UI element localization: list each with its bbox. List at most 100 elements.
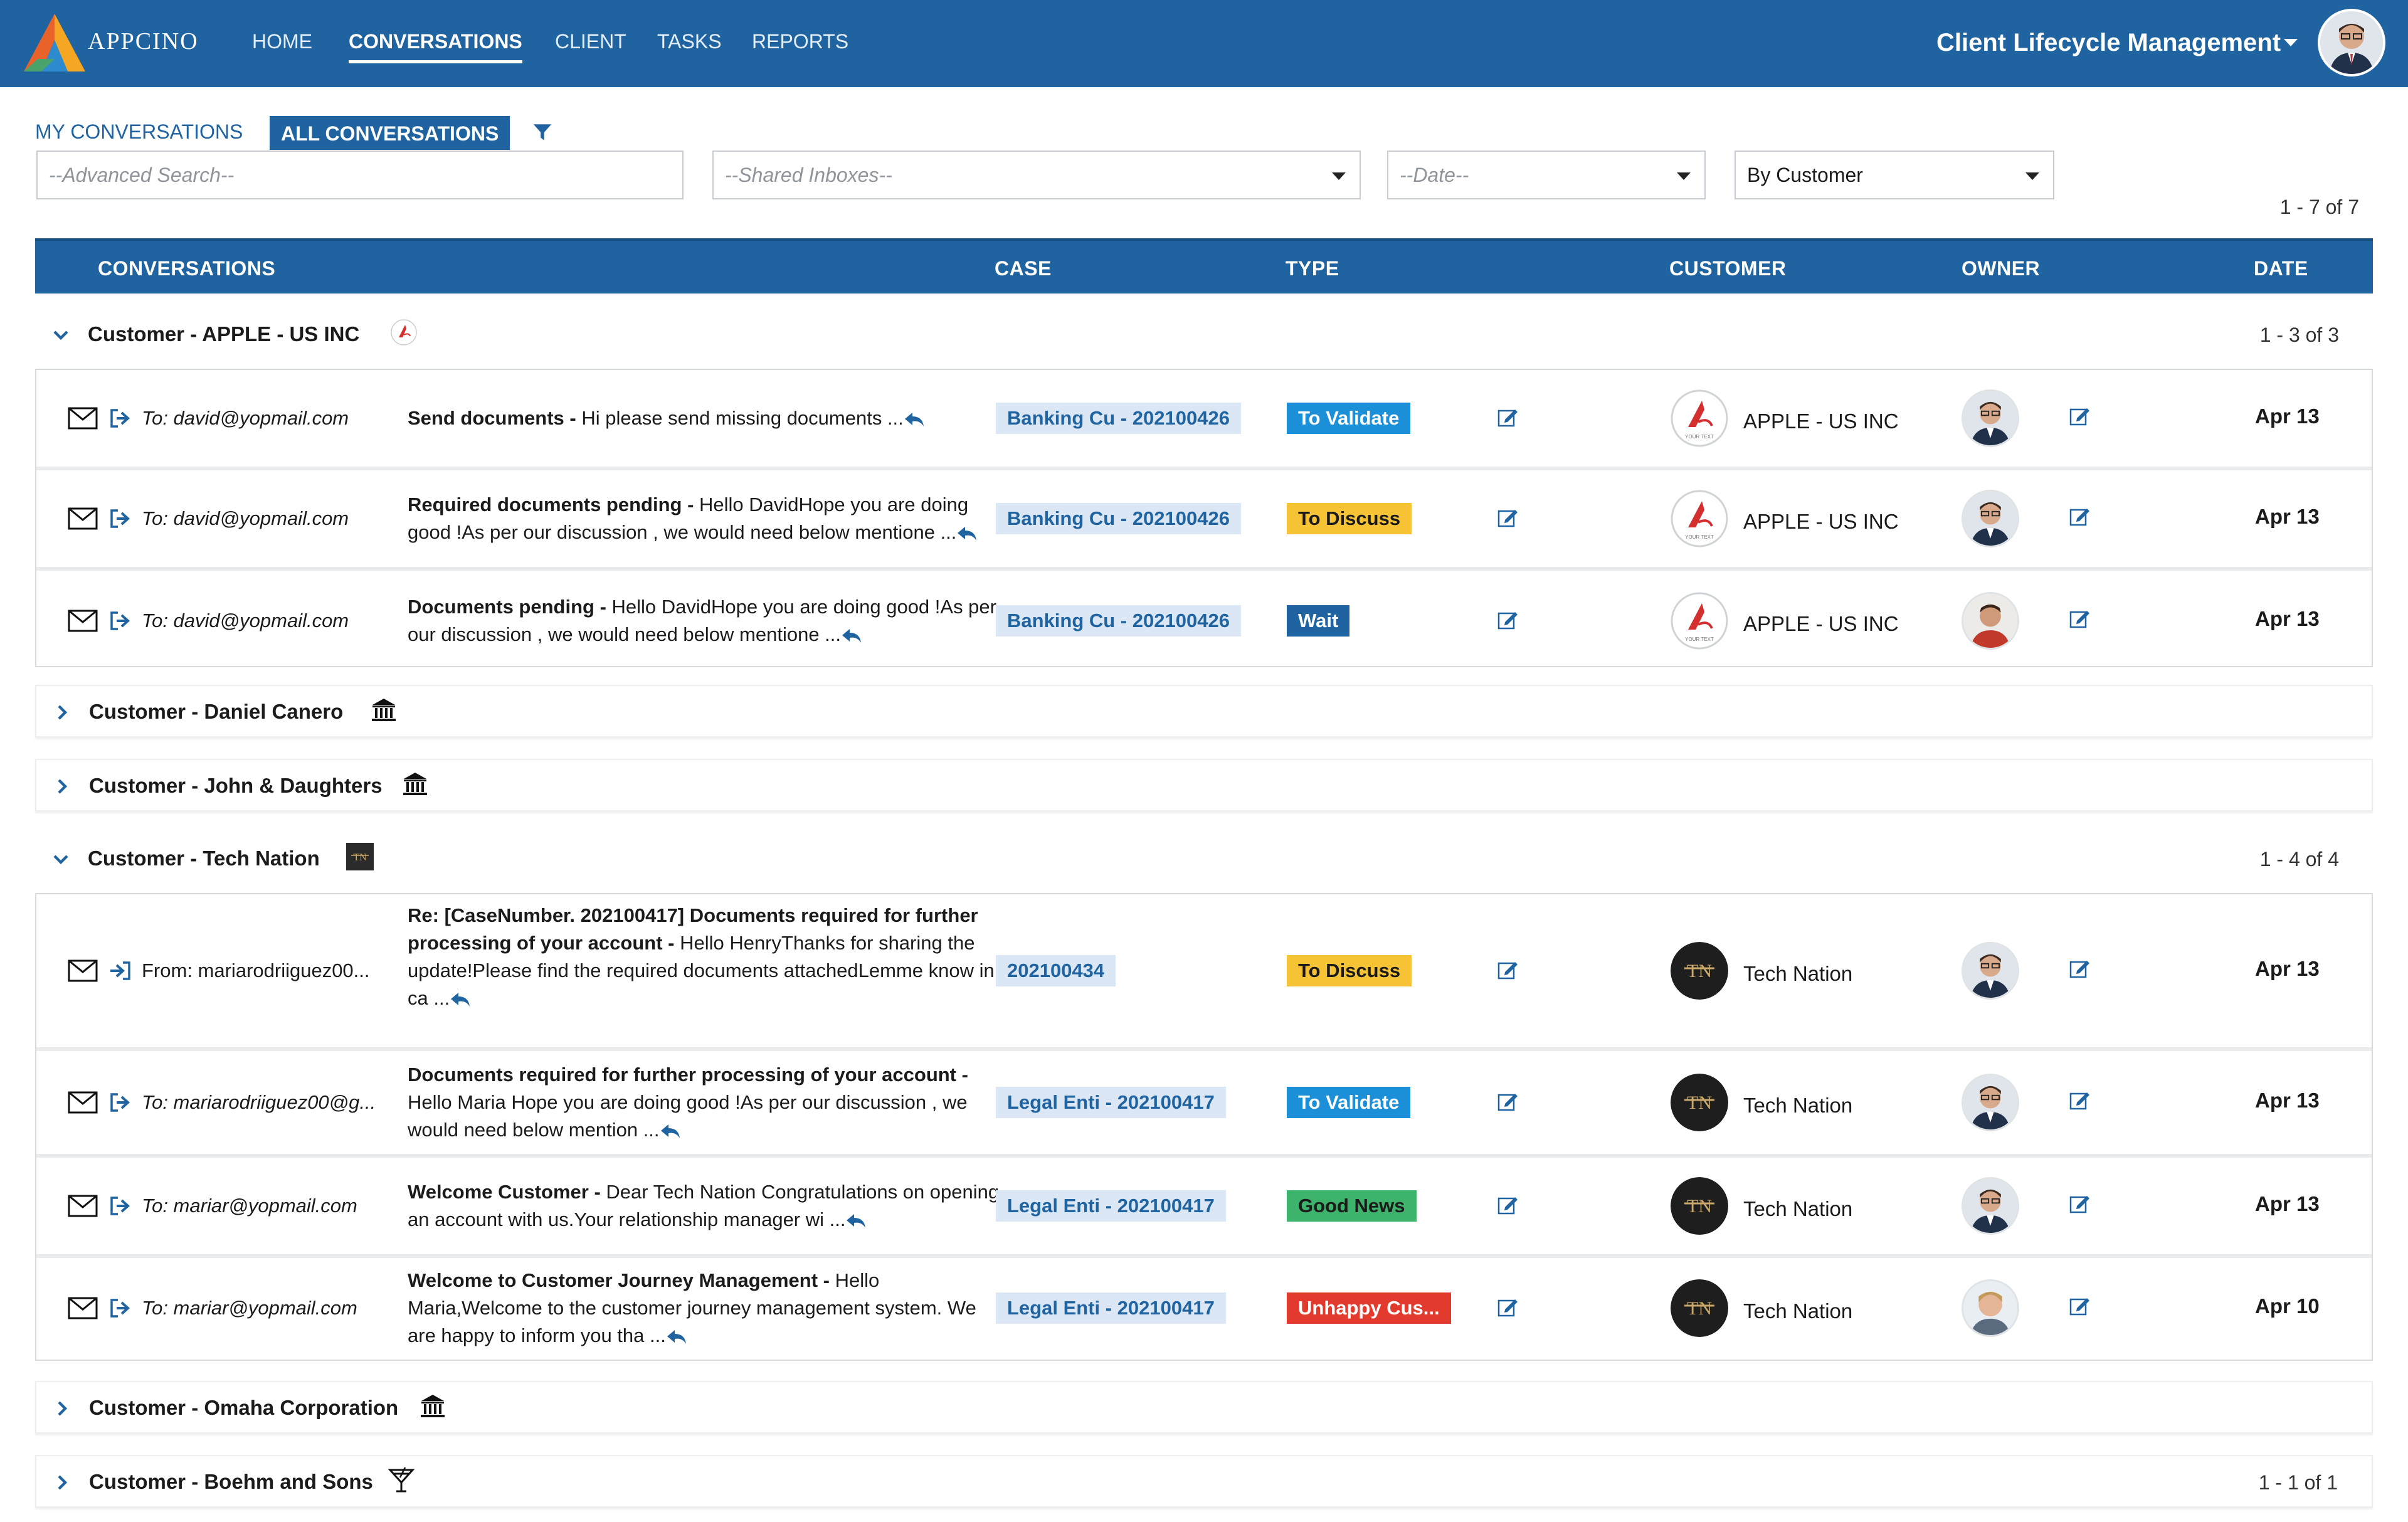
edit-type-icon[interactable]: [1497, 610, 1519, 630]
conversation-subject[interactable]: Documents required for further processin…: [408, 1061, 1010, 1144]
reply-icon[interactable]: [841, 621, 862, 648]
type-badge[interactable]: To Validate: [1287, 403, 1411, 434]
user-avatar[interactable]: [2318, 9, 2385, 77]
reply-icon[interactable]: [666, 1322, 687, 1350]
nav-home[interactable]: HOME: [252, 30, 312, 53]
customer-name[interactable]: APPLE - US INC: [1743, 410, 1899, 433]
edit-type-icon[interactable]: [1497, 1297, 1519, 1317]
customer-name[interactable]: Tech Nation: [1743, 1197, 1852, 1221]
tab-my-conversations[interactable]: MY CONVERSATIONS: [35, 120, 243, 144]
type-badge[interactable]: To Discuss: [1287, 503, 1412, 534]
column-type[interactable]: TYPE: [1286, 257, 1339, 280]
column-customer[interactable]: CUSTOMER: [1669, 257, 1787, 280]
case-link[interactable]: Banking Cu - 202100426: [996, 503, 1241, 534]
conversation-subject[interactable]: Welcome Customer - Dear Tech Nation Cong…: [408, 1178, 1010, 1234]
conversation-date: Apr 13: [2255, 957, 2320, 980]
conversation-subject[interactable]: Re: [CaseNumber. 202100417] Documents re…: [408, 902, 1010, 1012]
column-case[interactable]: CASE: [995, 257, 1052, 280]
owner-avatar[interactable]: [1962, 592, 2019, 650]
reply-icon[interactable]: [904, 404, 925, 432]
conversation-subject[interactable]: Welcome to Customer Journey Management -…: [408, 1267, 1010, 1350]
group-header[interactable]: Customer - Omaha Corporation: [35, 1381, 2373, 1434]
owner-avatar[interactable]: [1962, 1279, 2019, 1337]
customer-name[interactable]: APPLE - US INC: [1743, 612, 1899, 636]
edit-type-icon[interactable]: [1497, 959, 1519, 980]
column-conversations[interactable]: CONVERSATIONS: [98, 257, 275, 280]
conversation-subject[interactable]: Required documents pending - Hello David…: [408, 491, 1010, 546]
customer-name[interactable]: Tech Nation: [1743, 962, 1852, 986]
reply-icon[interactable]: [450, 985, 471, 1012]
conversation-row[interactable]: To: david@yopmail.com Documents pending -…: [36, 571, 2372, 671]
group-title: Customer - Boehm and Sons: [89, 1470, 373, 1493]
owner-avatar[interactable]: [1962, 490, 2019, 547]
edit-type-icon[interactable]: [1497, 1091, 1519, 1111]
case-link[interactable]: Legal Enti - 202100417: [996, 1190, 1226, 1222]
group-header[interactable]: Customer - Boehm and Sons 1 - 1 of 1: [35, 1455, 2373, 1508]
nav-tasks[interactable]: TASKS: [657, 30, 722, 53]
shared-inboxes-select[interactable]: --Shared Inboxes--: [712, 151, 1361, 199]
chevron-right-icon[interactable]: [53, 777, 71, 796]
edit-type-icon[interactable]: [1497, 507, 1519, 527]
reply-icon[interactable]: [660, 1116, 681, 1144]
conversation-row[interactable]: To: mariar@yopmail.com Welcome to Custome…: [36, 1258, 2372, 1358]
type-badge[interactable]: Wait: [1287, 605, 1350, 637]
appcino-logo-icon[interactable]: [19, 11, 90, 74]
group-header[interactable]: Customer - Daniel Canero: [35, 685, 2373, 737]
owner-avatar[interactable]: [1962, 389, 2019, 447]
conversation-row[interactable]: To: david@yopmail.com Send documents - Hi…: [36, 370, 2372, 470]
type-badge[interactable]: Good News: [1287, 1190, 1417, 1222]
conversation-subject[interactable]: Send documents - Hi please send missing …: [408, 404, 1010, 432]
group-by-select[interactable]: By Customer: [1735, 151, 2054, 199]
case-link[interactable]: Legal Enti - 202100417: [996, 1087, 1226, 1118]
nav-reports[interactable]: REPORTS: [752, 30, 848, 53]
case-link[interactable]: 202100434: [996, 955, 1116, 986]
owner-avatar[interactable]: [1962, 942, 2019, 1000]
reply-icon[interactable]: [956, 519, 978, 546]
group-header[interactable]: Customer - APPLE - US INC 1 - 3 of 3: [35, 309, 2373, 361]
edit-type-icon[interactable]: [1497, 407, 1519, 427]
customer-name[interactable]: Tech Nation: [1743, 1299, 1852, 1323]
edit-owner-icon[interactable]: [2069, 506, 2091, 526]
customer-name[interactable]: Tech Nation: [1743, 1094, 1852, 1118]
tab-all-conversations[interactable]: ALL CONVERSATIONS: [270, 116, 510, 150]
owner-avatar[interactable]: [1962, 1074, 2019, 1131]
type-badge[interactable]: Unhappy Cus...: [1287, 1292, 1451, 1324]
edit-owner-icon[interactable]: [2069, 1296, 2091, 1316]
group-header[interactable]: Customer - John & Daughters: [35, 759, 2373, 811]
type-badge[interactable]: To Validate: [1287, 1087, 1411, 1118]
conversation-subject[interactable]: Documents pending - Hello DavidHope you …: [408, 593, 1010, 648]
customer-name[interactable]: APPLE - US INC: [1743, 510, 1899, 534]
conversation-row[interactable]: From: mariarodriiguez00... Re: [CaseNumbe…: [36, 894, 2372, 1051]
caret-down-icon[interactable]: [2284, 39, 2298, 46]
column-date[interactable]: DATE: [2254, 257, 2308, 280]
case-link[interactable]: Legal Enti - 202100417: [996, 1292, 1226, 1324]
chevron-right-icon[interactable]: [53, 703, 71, 722]
group-header[interactable]: Customer - Tech Nation TN 1 - 4 of 4: [35, 833, 2373, 885]
chevron-right-icon[interactable]: [53, 1473, 71, 1492]
type-badge[interactable]: To Discuss: [1287, 955, 1412, 986]
reply-icon[interactable]: [845, 1206, 867, 1234]
edit-owner-icon[interactable]: [2069, 1193, 2091, 1213]
edit-type-icon[interactable]: [1497, 1195, 1519, 1215]
chevron-down-icon[interactable]: [51, 325, 70, 344]
edit-owner-icon[interactable]: [2069, 608, 2091, 628]
filter-icon[interactable]: [532, 122, 553, 143]
brand-name[interactable]: APPCINO: [88, 28, 199, 55]
advanced-search-input[interactable]: --Advanced Search--: [36, 151, 684, 199]
app-switcher-title[interactable]: Client Lifecycle Management: [1936, 29, 2281, 57]
edit-owner-icon[interactable]: [2069, 406, 2091, 426]
chevron-right-icon[interactable]: [53, 1399, 71, 1418]
edit-owner-icon[interactable]: [2069, 958, 2091, 978]
case-link[interactable]: Banking Cu - 202100426: [996, 403, 1241, 434]
conversation-row[interactable]: To: david@yopmail.com Required documents …: [36, 470, 2372, 571]
column-owner[interactable]: OWNER: [1962, 257, 2040, 280]
conversation-row[interactable]: To: mariar@yopmail.com Welcome Customer -…: [36, 1158, 2372, 1258]
chevron-down-icon[interactable]: [51, 850, 70, 869]
conversation-row[interactable]: To: mariarodriiguez00@g... Documents requ…: [36, 1051, 2372, 1158]
edit-owner-icon[interactable]: [2069, 1090, 2091, 1110]
case-link[interactable]: Banking Cu - 202100426: [996, 605, 1241, 637]
nav-conversations[interactable]: CONVERSATIONS: [349, 30, 522, 63]
owner-avatar[interactable]: [1962, 1177, 2019, 1235]
nav-client[interactable]: CLIENT: [555, 30, 626, 53]
date-select[interactable]: --Date--: [1387, 151, 1706, 199]
